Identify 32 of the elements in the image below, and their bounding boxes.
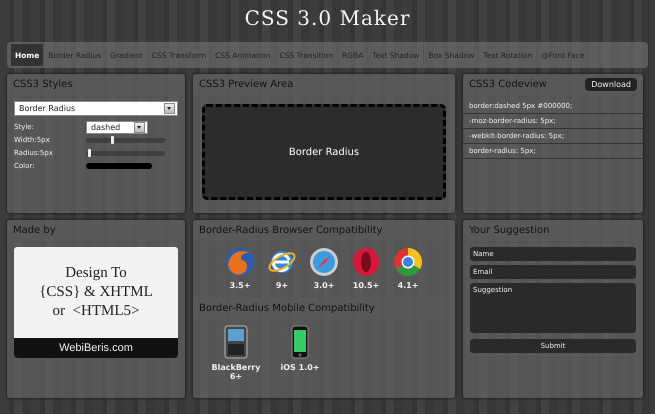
slider-thumb[interactable] xyxy=(88,148,92,156)
site-name: WebiBeris.com xyxy=(14,338,178,358)
site-title: CSS 3.0 Maker xyxy=(244,5,412,32)
color-swatch[interactable] xyxy=(86,163,152,169)
panel-heading: CSS3 Styles xyxy=(7,74,185,95)
download-button[interactable]: Download xyxy=(585,78,637,91)
version-label: 4.1+ xyxy=(398,281,418,290)
version-label: 3.0+ xyxy=(314,281,334,290)
version-label: 9+ xyxy=(276,281,288,290)
border-style-select[interactable]: dashed xyxy=(86,120,148,134)
panel-heading: Border-Radius Mobile Compatibility xyxy=(193,298,455,319)
style-select[interactable]: Border Radius xyxy=(14,101,178,116)
touch-phone-icon xyxy=(291,325,309,359)
version-label: BlackBerry 6+ xyxy=(212,363,260,381)
banner-text: {CSS} & XHTML xyxy=(39,283,153,302)
tricolor-wheel-icon xyxy=(393,247,423,277)
panel-heading: Your Suggestion xyxy=(463,220,643,241)
preview-text: Border Radius xyxy=(288,146,360,158)
version-label: iOS 1.0+ xyxy=(280,363,320,372)
panel-heading: CSS3 Codeview xyxy=(469,78,547,91)
banner-text: Design To xyxy=(65,264,127,283)
fox-globe-icon xyxy=(225,247,255,277)
banner-text: or <HTML5> xyxy=(52,302,140,321)
letter-o-icon xyxy=(351,247,381,277)
slider-thumb[interactable] xyxy=(111,136,114,144)
version-label: 10.5+ xyxy=(352,281,380,290)
panel-heading: Made by xyxy=(7,220,185,241)
panel-heading: CSS3 Preview Area xyxy=(193,74,455,95)
panel-heading: Border-Radius Browser Compatibility xyxy=(193,220,455,241)
version-label: 3.5+ xyxy=(230,281,250,290)
keyboard-phone-icon xyxy=(224,325,248,359)
compass-icon xyxy=(309,247,339,277)
